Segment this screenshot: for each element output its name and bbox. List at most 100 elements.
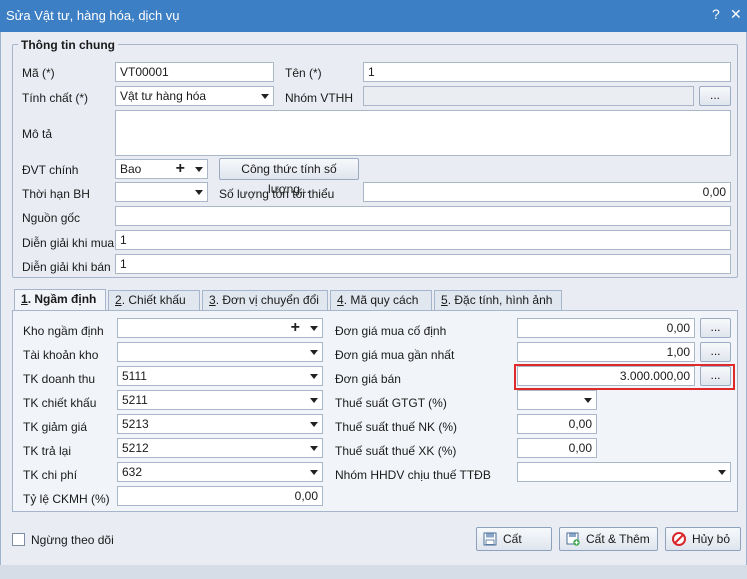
tab-number: 1 (21, 292, 28, 306)
tab-number: 3 (209, 293, 216, 307)
help-button[interactable]: ? (712, 6, 720, 22)
chevron-down-icon (195, 190, 203, 195)
origin-input[interactable] (115, 206, 731, 226)
title-bar: Sửa Vật tư, hàng hóa, dịch vụ ? ✕ (0, 0, 747, 32)
fixed-price-lookup-button[interactable]: ... (700, 318, 731, 338)
revenue-account-select[interactable]: 5111 (117, 366, 323, 386)
description-textarea[interactable] (115, 110, 731, 156)
origin-label: Nguồn gốc (22, 211, 81, 225)
close-button[interactable]: ✕ (730, 6, 742, 23)
item-group-input[interactable] (363, 86, 694, 106)
chevron-down-icon (584, 398, 592, 403)
code-label: Mã (*) (22, 66, 55, 80)
tab-unit-conversion[interactable]: 3. Đơn vị chuyển đổi (202, 290, 328, 310)
nature-select[interactable]: Vật tư hàng hóa (115, 86, 274, 106)
save-add-label: Cất & Thêm (586, 532, 650, 546)
cancel-button[interactable]: Hủy bỏ (665, 527, 741, 551)
inactive-checkbox[interactable] (12, 533, 25, 546)
discount-account-value: 5211 (122, 393, 148, 407)
chevron-down-icon (310, 446, 318, 451)
cancel-icon (672, 532, 686, 546)
tab-label: . Đơn vị chuyển đổi (215, 293, 319, 307)
expense-account-label: TK chi phí (23, 468, 78, 482)
return-account-value: 5212 (122, 441, 149, 455)
warranty-label: Thời hạn BH (22, 187, 90, 201)
tab-attributes-images[interactable]: 5. Đặc tính, hình ảnh (434, 290, 562, 310)
chevron-down-icon (718, 470, 726, 475)
add-icon[interactable]: + (291, 319, 300, 337)
item-group-label: Nhóm VTHH (285, 91, 354, 105)
expense-account-value: 632 (122, 465, 143, 479)
purchase-description-label: Diễn giải khi mua (22, 236, 115, 250)
tab-spec-code[interactable]: 4. Mã quy cách (330, 290, 432, 310)
tab-discount[interactable]: 2. Chiết khấu (108, 290, 200, 310)
last-purchase-price-input[interactable]: 1,00 (517, 342, 695, 362)
export-tax-label: Thuế suất thuế XK (%) (335, 444, 457, 458)
unit-value: Bao (120, 162, 142, 176)
unit-select[interactable]: Bao + (115, 159, 208, 179)
unit-label: ĐVT chính (22, 163, 79, 177)
sale-price-label: Đơn giá bán (335, 372, 401, 386)
save-icon (483, 532, 497, 546)
chevron-down-icon (261, 94, 269, 99)
revenue-account-label: TK doanh thu (23, 372, 96, 386)
description-label: Mô tả (22, 127, 53, 141)
discount-account-select[interactable]: 5211 (117, 390, 323, 410)
save-label: Cất (503, 532, 522, 546)
revenue-account-value: 5111 (122, 369, 147, 383)
sale-description-label: Diễn giải khi bán (22, 260, 111, 274)
tab-defaults[interactable]: 1. Ngầm định (14, 289, 106, 311)
inactive-label: Ngừng theo dõi (31, 533, 114, 547)
code-input[interactable]: VT00001 (115, 62, 274, 82)
chevron-down-icon (310, 422, 318, 427)
tab-label: . Mã quy cách (343, 293, 419, 307)
vat-rate-select[interactable] (517, 390, 597, 410)
ttdb-group-select[interactable] (517, 462, 731, 482)
chevron-down-icon (310, 374, 318, 379)
cancel-label: Hủy bỏ (692, 532, 731, 546)
item-group-lookup-button[interactable]: ... (699, 86, 731, 106)
chevron-down-icon (310, 398, 318, 403)
chevron-down-icon (310, 326, 318, 331)
tab-label: . Chiết khấu (121, 293, 186, 307)
sale-description-input[interactable]: 1 (115, 254, 731, 274)
sale-price-highlight (514, 364, 735, 390)
export-tax-input[interactable]: 0,00 (517, 438, 597, 458)
fixed-purchase-price-input[interactable]: 0,00 (517, 318, 695, 338)
ttdb-group-label: Nhóm HHDV chịu thuế TTĐB (335, 468, 491, 482)
ckmh-rate-input[interactable]: 0,00 (117, 486, 323, 506)
nature-value: Vật tư hàng hóa (120, 89, 207, 103)
default-warehouse-select[interactable]: + (117, 318, 323, 338)
min-stock-input[interactable]: 0,00 (363, 182, 731, 202)
nature-label: Tính chất (*) (22, 91, 89, 105)
quantity-formula-button[interactable]: Công thức tính số lượng... (219, 158, 359, 196)
save-and-add-button[interactable]: Cất & Thêm (559, 527, 658, 551)
add-icon[interactable]: + (176, 160, 185, 178)
stock-account-label: Tài khoản kho (23, 348, 99, 362)
expense-account-select[interactable]: 632 (117, 462, 323, 482)
stock-account-select[interactable] (117, 342, 323, 362)
return-account-label: TK trả lại (23, 444, 72, 458)
name-input[interactable]: 1 (363, 62, 731, 82)
reduction-account-select[interactable]: 5213 (117, 414, 323, 434)
general-info-title: Thông tin chung (18, 38, 118, 52)
reduction-account-value: 5213 (122, 417, 149, 431)
tab-label: . Ngầm định (27, 292, 97, 306)
discount-account-label: TK chiết khấu (23, 396, 97, 410)
name-label: Tên (*) (285, 66, 322, 80)
save-button[interactable]: Cất (476, 527, 552, 551)
reduction-account-label: TK giảm giá (23, 420, 88, 434)
chevron-down-icon (310, 470, 318, 475)
tab-number: 5 (441, 293, 448, 307)
tab-number: 2 (115, 293, 122, 307)
purchase-description-input[interactable]: 1 (115, 230, 731, 250)
fixed-purchase-price-label: Đơn giá mua cố định (335, 324, 447, 338)
import-tax-label: Thuế suất thuế NK (%) (335, 420, 458, 434)
tab-label: . Đặc tính, hình ảnh (447, 293, 553, 307)
warranty-select[interactable] (115, 182, 208, 202)
import-tax-input[interactable]: 0,00 (517, 414, 597, 434)
tab-number: 4 (337, 293, 344, 307)
min-stock-label: Số lượng tồn tối thiểu (219, 187, 335, 201)
return-account-select[interactable]: 5212 (117, 438, 323, 458)
last-price-lookup-button[interactable]: ... (700, 342, 731, 362)
